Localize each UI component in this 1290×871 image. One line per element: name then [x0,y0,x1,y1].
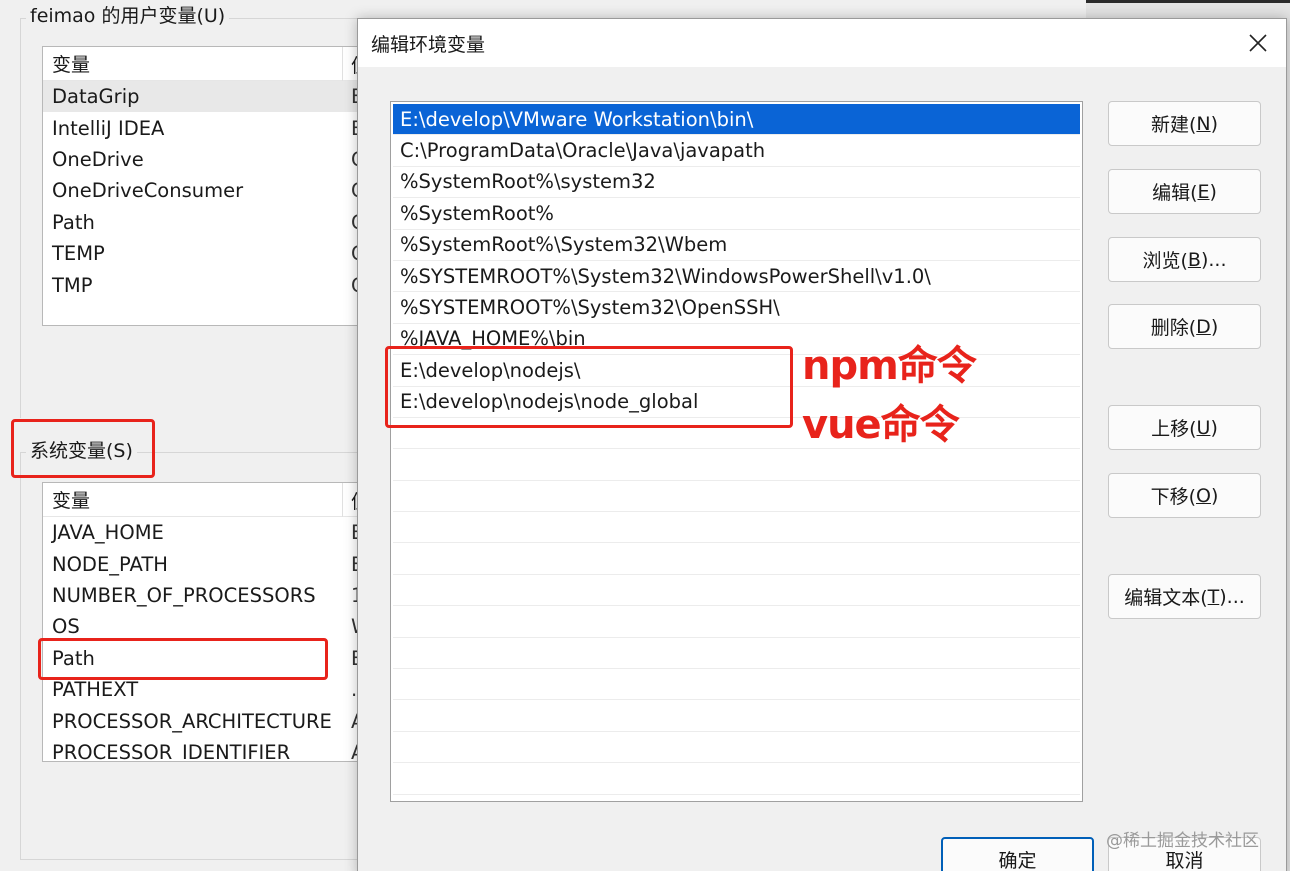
variable-row-processor-identifier[interactable]: PROCESSOR_IDENTIFIERA [43,737,371,762]
system-variables-list[interactable]: 变量 值 JAVA_HOMEENODE_PATHENUMBER_OF_PROCE… [42,482,372,762]
highlight-path-variable [38,638,328,680]
edit-text-button-accelerator: T [1207,585,1220,608]
list-header[interactable]: 变量 值 [43,483,371,517]
path-entry[interactable]: %SystemRoot%\System32\Wbem [393,230,1080,261]
empty-path-slot[interactable] [393,575,1080,607]
move-down-button[interactable]: 下移(O) [1108,473,1261,518]
column-header-variable[interactable]: 变量 [52,486,90,513]
path-entry[interactable]: %SYSTEMROOT%\System32\OpenSSH\ [393,292,1080,324]
path-entry[interactable]: E:\develop\VMware Workstation\bin\ [393,104,1080,136]
move-down-button-label-end: ) [1210,484,1219,507]
path-entry[interactable]: %SystemRoot%\system32 [393,167,1080,199]
new-button-label-end: ) [1210,112,1219,135]
browse-button-accelerator: B [1187,248,1201,271]
path-entries-list[interactable]: E:\develop\VMware Workstation\bin\ C:\Pro… [390,101,1083,802]
ok-button-label: 确定 [998,850,1037,871]
empty-path-slot[interactable] [393,481,1080,513]
ok-button[interactable]: 确定 [941,837,1094,871]
edit-button[interactable]: 编辑(E) [1108,169,1261,214]
move-up-button-accelerator: U [1196,416,1211,439]
variable-row-path[interactable]: PathC [43,207,371,238]
annotation-vue-command: vue命令 [802,402,960,448]
new-button-label: 新建( [1150,114,1197,136]
edit-text-button-label: 编辑文本( [1124,587,1208,609]
user-variables-title: feimao 的用户变量(U) [26,3,230,29]
variable-row-temp[interactable]: TEMPC [43,238,371,269]
edit-button-label-end: ) [1209,180,1217,203]
variable-row-java-home[interactable]: JAVA_HOMEE [43,517,371,548]
variable-name: NUMBER_OF_PROCESSORS [52,583,316,607]
new-button-accelerator: N [1196,112,1211,135]
variable-row-tmp[interactable]: TMPC [43,269,371,300]
column-header-variable[interactable]: 变量 [52,50,90,77]
path-entry[interactable]: %SYSTEMROOT%\System32\WindowsPowerShell\… [393,261,1080,293]
browse-button-label: 浏览( [1142,250,1188,272]
move-down-button-accelerator: O [1196,484,1211,507]
dialog-titlebar: 编辑环境变量 [358,19,1286,67]
variable-row-datagrip[interactable]: DataGripE [43,81,371,113]
variable-name: OS [52,615,80,639]
dialog-title: 编辑环境变量 [371,34,486,56]
browse-button[interactable]: 浏览(B)... [1108,237,1261,282]
move-up-button-label: 上移( [1151,418,1197,440]
empty-path-slot[interactable] [393,512,1080,544]
empty-path-slot[interactable] [393,606,1080,638]
edit-text-button-label-end: )... [1219,585,1245,608]
highlight-system-variables [11,419,155,478]
delete-button-label-end: ) [1210,315,1219,338]
move-up-button-label-end: ) [1210,416,1218,439]
close-icon [1249,34,1267,52]
variable-name: NODE_PATH [52,552,168,576]
move-down-button-label: 下移( [1150,486,1197,508]
variable-name: Path [52,210,95,234]
variable-name: PROCESSOR_ARCHITECTURE [52,709,332,733]
empty-path-slot[interactable] [393,700,1080,732]
column-separator[interactable] [342,483,343,517]
variable-name: OneDrive [52,147,144,171]
empty-path-slot[interactable] [393,638,1080,670]
variable-name: IntelliJ IDEA [52,116,165,140]
highlight-node-paths [385,346,793,428]
variable-name: JAVA_HOME [52,521,164,545]
variable-name: PROCESSOR_IDENTIFIER [52,740,291,762]
move-up-button[interactable]: 上移(U) [1108,405,1261,450]
delete-button-label: 删除( [1150,317,1197,339]
variable-row-onedriveconsumer[interactable]: OneDriveConsumerC [43,175,371,206]
empty-path-slot[interactable] [393,732,1080,764]
path-entry[interactable]: %SystemRoot% [393,198,1080,230]
new-button[interactable]: 新建(N) [1108,101,1261,146]
column-separator[interactable] [342,47,343,81]
variable-row-intellij-idea[interactable]: IntelliJ IDEAE [43,112,371,143]
empty-path-slot[interactable] [393,543,1080,575]
variable-row-onedrive[interactable]: OneDriveC [43,144,371,175]
variable-row-node-path[interactable]: NODE_PATHE [43,548,371,579]
list-header[interactable]: 变量 值 [43,47,371,81]
delete-button[interactable]: 删除(D) [1108,304,1261,349]
variable-name: TEMP [52,242,105,266]
path-entry[interactable]: C:\ProgramData\Oracle\Java\javapath [393,135,1080,167]
user-variables-list[interactable]: 变量 值 DataGripEIntelliJ IDEAEOneDriveCOne… [42,46,372,326]
browse-button-label-end: )... [1200,248,1227,271]
edit-text-button[interactable]: 编辑文本(T)... [1108,574,1261,619]
close-button[interactable] [1236,25,1280,61]
annotation-npm-command: npm命令 [802,343,977,389]
variable-name: OneDriveConsumer [52,179,244,203]
watermark: @稀土掘金技术社区 [1106,831,1259,851]
empty-path-slot[interactable] [393,763,1080,795]
variable-name: PATHEXT [52,678,139,702]
variable-name: DataGrip [52,85,140,109]
edit-button-accelerator: E [1197,180,1210,203]
variable-row-number-of-processors[interactable]: NUMBER_OF_PROCESSORS1 [43,580,371,611]
delete-button-accelerator: D [1196,315,1211,338]
empty-path-slot[interactable] [393,449,1080,481]
variable-row-processor-architecture[interactable]: PROCESSOR_ARCHITECTUREA [43,705,371,736]
variable-name: TMP [52,273,93,297]
edit-button-label: 编辑( [1152,182,1198,204]
empty-path-slot[interactable] [393,669,1080,701]
